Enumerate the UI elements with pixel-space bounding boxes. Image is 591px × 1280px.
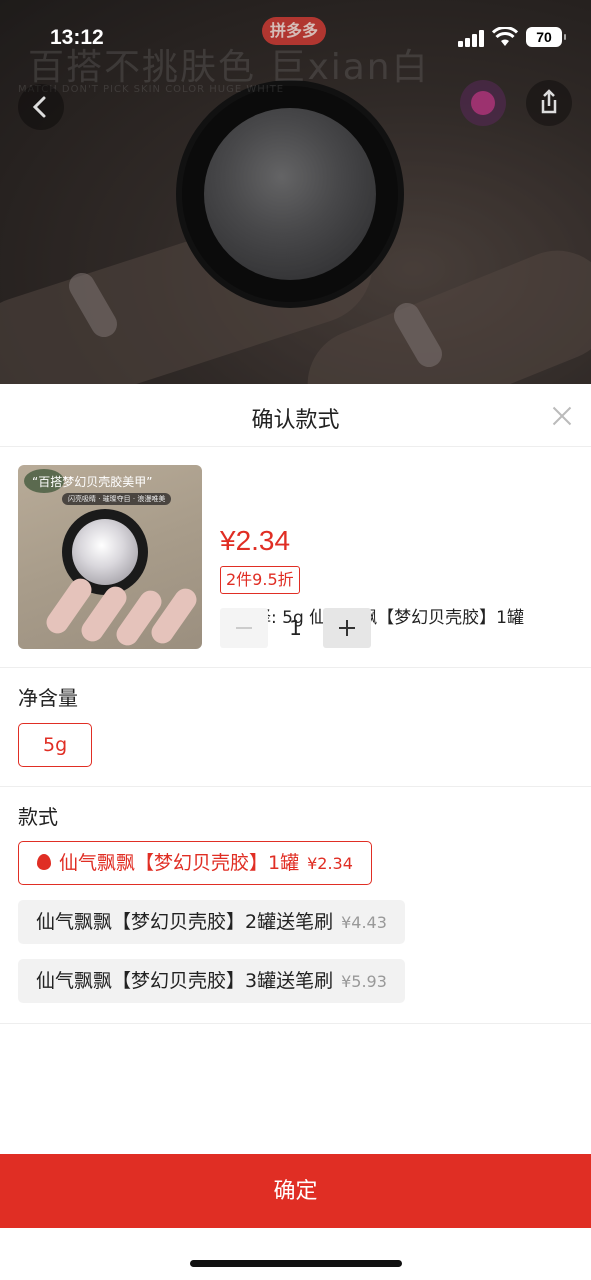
fire-icon: [37, 854, 51, 870]
net-content-section: 净含量 5g: [0, 668, 591, 787]
status-time: 13:12: [50, 26, 104, 49]
chevron-left-icon: [32, 96, 46, 118]
product-image-backdrop: 百搭不挑肤色 巨xian白 MATCH DON'T PICK SKIN COLO…: [0, 0, 591, 384]
increase-quantity-button[interactable]: [323, 608, 371, 648]
style-section: 款式 仙气飘飘【梦幻贝壳胶】1罐 ¥2.34 仙气飘飘【梦幻贝壳胶】2罐送笔刷 ¥4…: [0, 787, 591, 1024]
style-title: 款式: [18, 805, 58, 829]
option-label: 5g: [43, 734, 68, 756]
share-button[interactable]: [526, 80, 572, 126]
style-option-1[interactable]: 仙气飘飘【梦幻贝壳胶】1罐 ¥2.34: [18, 841, 372, 885]
close-icon[interactable]: [550, 404, 574, 428]
net-content-title: 净含量: [18, 686, 78, 710]
back-button[interactable]: [18, 84, 64, 130]
quantity-stepper: 1: [220, 608, 372, 648]
sheet-header: 确认款式: [0, 384, 591, 447]
option-price: ¥4.43: [341, 913, 387, 932]
home-indicator[interactable]: [190, 1260, 402, 1267]
pinduoduo-logo: 拼多多: [262, 17, 327, 45]
discount-badge: 2件9.5折: [220, 566, 300, 594]
share-icon: [541, 89, 557, 114]
product-price: ¥2.34: [220, 525, 291, 556]
option-price: ¥2.34: [307, 854, 353, 873]
wifi-icon: [492, 27, 518, 46]
cellular-signal-icon: [458, 30, 484, 47]
style-option-3[interactable]: 仙气飘飘【梦幻贝壳胶】3罐送笔刷 ¥5.93: [18, 959, 405, 1003]
option-label: 仙气飘飘【梦幻贝壳胶】3罐送笔刷: [36, 970, 334, 992]
style-option-2[interactable]: 仙气飘飘【梦幻贝壳胶】2罐送笔刷 ¥4.43: [18, 900, 405, 944]
confirm-button[interactable]: 确定: [0, 1154, 591, 1228]
thumbnail-banner-text: “百搭梦幻贝壳胶美甲”: [32, 475, 153, 489]
option-label: 仙气飘飘【梦幻贝壳胶】2罐送笔刷: [36, 911, 334, 933]
modal-overlay[interactable]: [0, 0, 591, 384]
product-thumbnail[interactable]: “百搭梦幻贝壳胶美甲” 闪亮吸睛 · 璀璨夺目 · 浪漫唯美: [18, 465, 202, 649]
net-content-option-5g[interactable]: 5g: [18, 723, 93, 767]
chat-button[interactable]: [460, 80, 506, 126]
battery-icon: 70: [526, 27, 566, 47]
thumbnail-sub-text: 闪亮吸睛 · 璀璨夺目 · 浪漫唯美: [62, 493, 172, 505]
spec-selection-sheet: 确认款式 “百搭梦幻贝壳胶美甲” 闪亮吸睛 · 璀璨夺目 · 浪漫唯美 ¥2.3…: [0, 384, 591, 1280]
heart-icon: [471, 91, 495, 115]
sheet-title: 确认款式: [251, 408, 340, 433]
option-label: 仙气飘飘【梦幻贝壳胶】1罐: [59, 852, 300, 874]
option-price: ¥5.93: [341, 972, 387, 991]
decrease-quantity-button[interactable]: [220, 608, 268, 648]
quantity-value: 1: [289, 616, 302, 640]
